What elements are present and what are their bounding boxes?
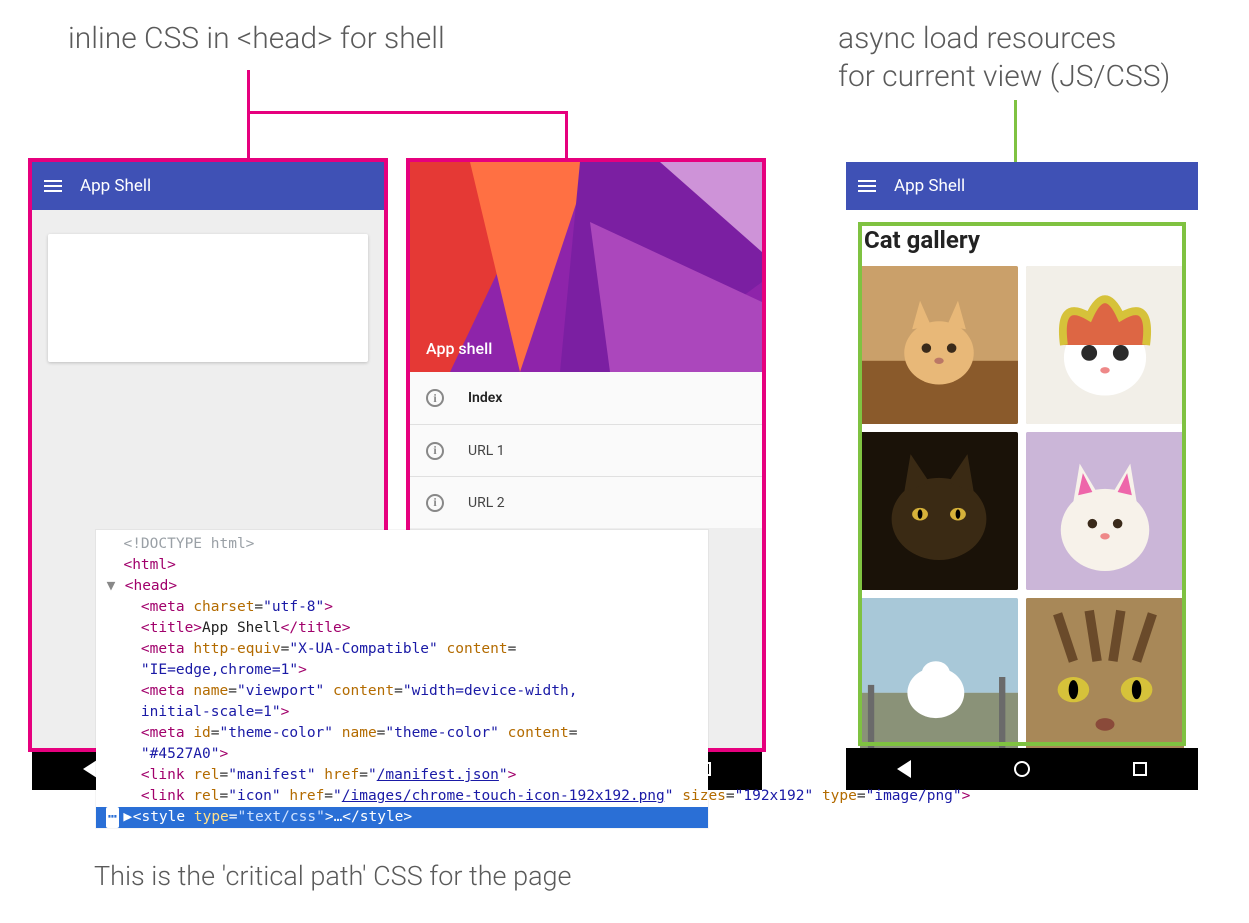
annotation-async-line1: async load resources [838, 20, 1116, 58]
ellipsis-icon: ⋯ [106, 807, 119, 828]
hero-banner: App shell [410, 162, 762, 372]
code-line: <meta name="viewport" content="width=dev… [106, 681, 698, 702]
gallery-tile[interactable] [860, 266, 1018, 424]
gallery-tile[interactable] [860, 432, 1018, 590]
code-line: <title>App Shell</title> [106, 618, 698, 639]
annotation-inline-css: inline CSS in <head> for shell [68, 20, 445, 58]
code-line: initial-scale=1"> [106, 702, 698, 723]
list-item-label: URL 2 [468, 495, 505, 511]
nav-list-item-url1[interactable]: i URL 1 [410, 424, 762, 476]
gallery-tile[interactable] [860, 598, 1018, 748]
nav-recent-icon[interactable] [1133, 762, 1147, 776]
connector-left-vertical-a [247, 70, 250, 162]
code-line-selected[interactable]: ⋯▶<style type="text/css">…</style> [96, 807, 708, 828]
cat-image [1026, 266, 1184, 424]
gallery-title: Cat gallery [864, 226, 1180, 254]
annotation-critical-path: This is the 'critical path' CSS for the … [94, 860, 572, 894]
code-line: <meta id="theme-color" name="theme-color… [106, 723, 698, 744]
android-navbar [846, 748, 1198, 790]
cat-image [860, 598, 1018, 748]
hamburger-icon[interactable] [858, 180, 876, 192]
nav-list: i Index i URL 1 i URL 2 [410, 372, 762, 528]
code-line: ▼ <head> [106, 576, 698, 597]
list-item-label: Index [468, 390, 502, 406]
code-line: <meta charset="utf-8"> [106, 597, 698, 618]
nav-list-item-url2[interactable]: i URL 2 [410, 476, 762, 528]
code-line: <link rel="manifest" href="/manifest.jso… [106, 765, 698, 786]
code-line: "IE=edge,chrome=1"> [106, 660, 698, 681]
info-icon: i [426, 494, 444, 512]
gallery-tile[interactable] [1026, 598, 1184, 748]
code-line: "#4527A0"> [106, 744, 698, 765]
cat-image [1026, 598, 1184, 748]
nav-back-icon[interactable] [897, 760, 911, 778]
list-item-label: URL 1 [468, 443, 505, 459]
phone-mock-gallery: App Shell Cat gallery [846, 162, 1198, 790]
blank-content-card [48, 234, 368, 362]
cat-image [1026, 432, 1184, 590]
info-icon: i [426, 442, 444, 460]
nav-list-item-index[interactable]: i Index [410, 372, 762, 424]
devtools-code-panel: <!DOCTYPE html> <html> ▼ <head> <meta ch… [96, 530, 708, 828]
connector-left-horizontal [247, 111, 568, 114]
hamburger-icon[interactable] [44, 180, 62, 192]
hero-title: App shell [426, 339, 492, 358]
code-line: <!DOCTYPE html> [106, 534, 698, 555]
connector-left-vertical-b [565, 111, 568, 162]
cat-image [860, 266, 1018, 424]
cat-image [860, 432, 1018, 590]
code-line: <link rel="icon" href="/images/chrome-to… [106, 786, 698, 807]
disclosure-triangle-icon[interactable]: ▼ [106, 576, 116, 597]
code-line: <html> [106, 555, 698, 576]
app-bar: App Shell [846, 162, 1198, 210]
info-icon: i [426, 389, 444, 407]
disclosure-triangle-icon[interactable]: ▶ [123, 807, 133, 828]
gallery-tile[interactable] [1026, 432, 1184, 590]
annotation-async-line2: for current view (JS/CSS) [838, 58, 1170, 96]
code-line: <meta http-equiv="X-UA-Compatible" conte… [106, 639, 698, 660]
app-bar-title: App Shell [894, 176, 965, 196]
gallery-tile[interactable] [1026, 266, 1184, 424]
app-bar-title: App Shell [80, 176, 151, 196]
nav-home-icon[interactable] [1014, 761, 1030, 777]
app-bar: App Shell [32, 162, 384, 210]
phone-screen: App Shell Cat gallery [846, 162, 1198, 748]
gallery-grid [846, 266, 1198, 748]
